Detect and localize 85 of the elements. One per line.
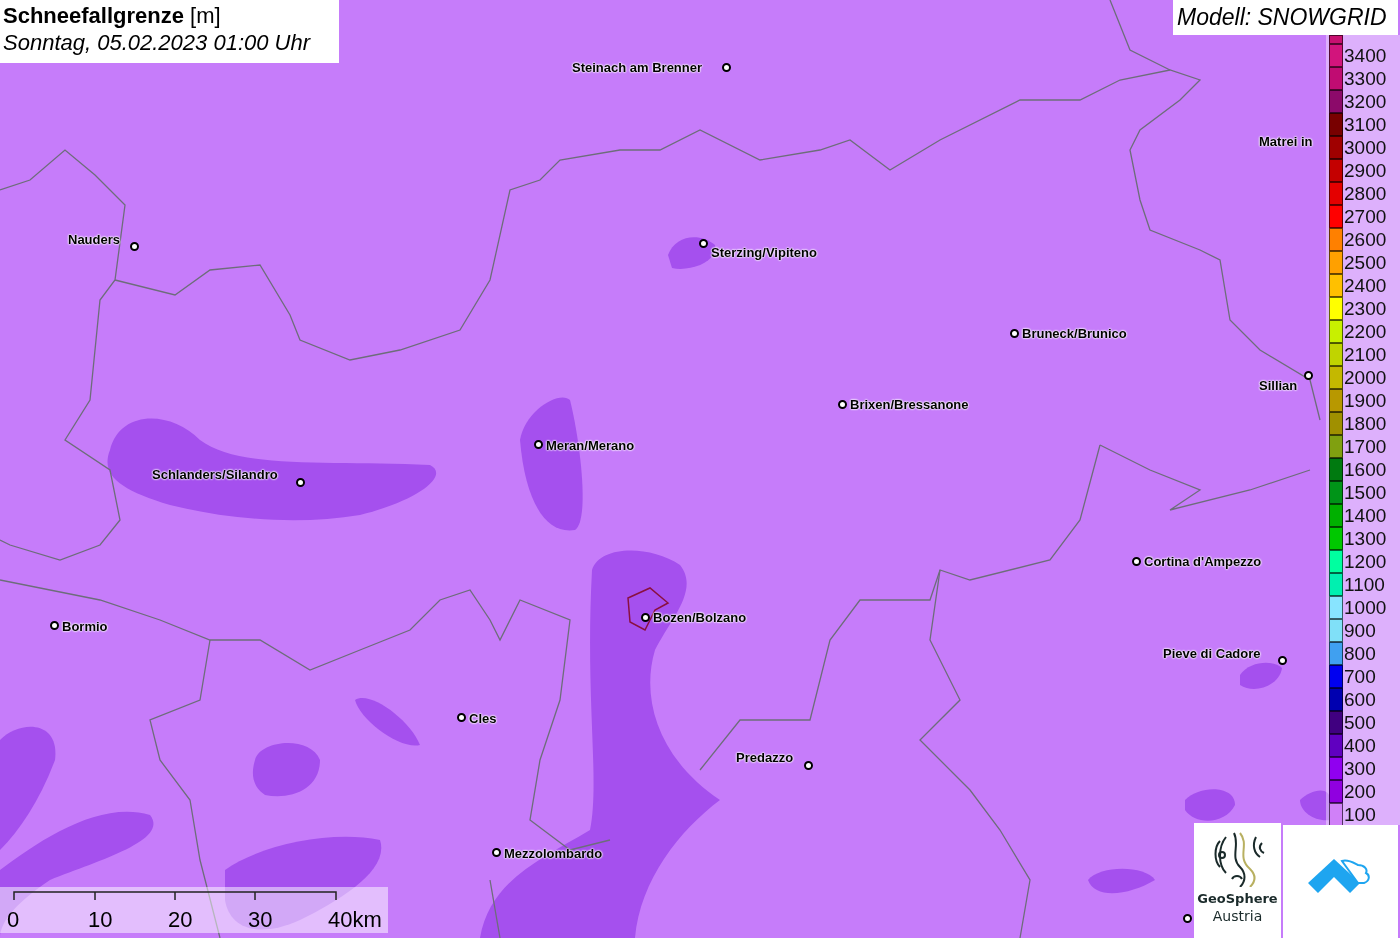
city-marker	[296, 478, 305, 487]
legend-label: 2300	[1344, 297, 1387, 320]
legend-label: 200	[1344, 780, 1376, 803]
forecast-datetime: Sonntag, 05.02.2023 01:00 Uhr	[3, 29, 312, 57]
snowline-area	[1240, 662, 1282, 689]
city-label: Meran/Merano	[546, 438, 635, 453]
scale-label: 10	[88, 907, 113, 933]
logo-name: GeoSphere	[1197, 890, 1278, 908]
legend-label: 3100	[1344, 113, 1387, 136]
legend-label: 400	[1344, 734, 1376, 757]
legend-label: 100	[1344, 803, 1376, 826]
legend-label: 1900	[1344, 389, 1387, 412]
legend-label: 1300	[1344, 527, 1387, 550]
legend-label: 1600	[1344, 458, 1387, 481]
city-label: Schlanders/Silandro	[152, 467, 278, 482]
legend-label: 3400	[1344, 44, 1387, 67]
city-marker	[50, 621, 59, 630]
legend-label: 3000	[1344, 136, 1387, 159]
legend-label: 1800	[1344, 412, 1387, 435]
city-label: Cles	[469, 711, 497, 726]
city-marker	[534, 440, 543, 449]
city-marker	[1010, 329, 1019, 338]
legend-swatch	[1329, 35, 1343, 44]
city-label: Cortina d'Ampezzo	[1144, 554, 1262, 569]
unit-label: [m]	[190, 3, 221, 28]
legend-label: 2600	[1344, 228, 1387, 251]
city-marker	[699, 239, 708, 248]
legend-label: 700	[1344, 665, 1376, 688]
city-label: Predazzo	[736, 750, 794, 765]
city-label: Bruneck/Brunico	[1022, 326, 1127, 341]
model-label: Modell: SNOWGRID	[1173, 0, 1398, 35]
city-label: Sterzing/Vipiteno	[711, 245, 817, 260]
legend-label: 2700	[1344, 205, 1387, 228]
city-marker	[722, 63, 731, 72]
legend-label: 1700	[1344, 435, 1387, 458]
map-title: Schneefallgrenze	[3, 3, 184, 28]
city-marker	[492, 848, 501, 857]
legend-label: 3200	[1344, 90, 1387, 113]
legend-label: 2000	[1344, 366, 1387, 389]
city-label: Pieve di Cadore	[1163, 646, 1261, 661]
snowline-area	[355, 698, 420, 746]
scale-label: 40km	[328, 907, 382, 933]
city-label: Mezzolombardo	[504, 846, 603, 861]
city-label: Bormio	[62, 619, 108, 634]
legend-label: 300	[1344, 757, 1376, 780]
legend-label: 500	[1344, 711, 1376, 734]
legend-label: 2100	[1344, 343, 1387, 366]
legend-label: 900	[1344, 619, 1376, 642]
legend-label: 1200	[1344, 550, 1387, 573]
legend-label: 1000	[1344, 596, 1387, 619]
city-marker	[1183, 914, 1192, 923]
legend-label: 1100	[1344, 573, 1385, 596]
city-label: Matrei in	[1259, 134, 1313, 149]
legend-label: 1500	[1344, 481, 1387, 504]
city-label: Steinach am Brenner	[572, 60, 703, 75]
city-marker	[838, 400, 847, 409]
legend-label: 600	[1344, 688, 1376, 711]
legend-label: 2900	[1344, 159, 1387, 182]
city-marker	[641, 613, 650, 622]
snowline-area	[1300, 790, 1330, 821]
scale-label: 0	[7, 907, 20, 933]
snowline-area	[1088, 868, 1155, 894]
city-label: Sillian	[1259, 378, 1298, 393]
legend-label: 2800	[1344, 182, 1387, 205]
city-marker	[1132, 557, 1141, 566]
city-marker	[1304, 371, 1313, 380]
scale-label: 20	[168, 907, 193, 933]
legend-label: 2400	[1344, 274, 1387, 297]
city-marker	[1278, 656, 1287, 665]
legend-label: 800	[1344, 642, 1376, 665]
legend-label: 2200	[1344, 320, 1387, 343]
scale-label: 30	[248, 907, 273, 933]
city-label: Nauders	[68, 232, 121, 247]
city-label: Bozen/Bolzano	[653, 610, 747, 625]
city-marker	[457, 713, 466, 722]
border-line	[489, 879, 501, 938]
city-marker	[804, 761, 813, 770]
logo-subtitle: Austria	[1212, 908, 1263, 925]
snowline-area	[252, 743, 320, 797]
city-marker	[130, 242, 139, 251]
legend-label: 2500	[1344, 251, 1387, 274]
legend-label: 3300	[1344, 67, 1387, 90]
city-label: Brixen/Bressanone	[850, 397, 969, 412]
snowline-area	[1185, 789, 1235, 821]
legend-label: 1400	[1344, 504, 1387, 527]
